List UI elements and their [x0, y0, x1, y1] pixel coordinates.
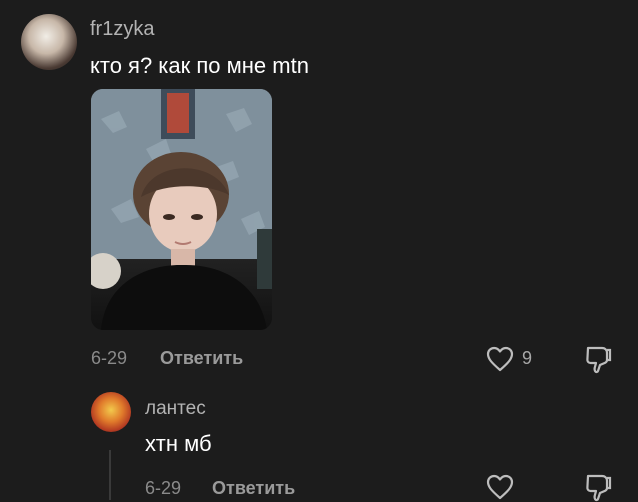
like-count: 9: [522, 348, 533, 368]
heart-icon[interactable]: [486, 474, 514, 500]
reply-date: 6-29: [145, 478, 182, 498]
thumbs-down-icon[interactable]: [584, 472, 614, 502]
comment-date: 6-29: [91, 348, 128, 368]
heart-icon[interactable]: [486, 346, 514, 372]
reply-button[interactable]: Ответить: [160, 348, 243, 369]
avatar[interactable]: [91, 392, 131, 432]
reply-username[interactable]: лантес: [145, 398, 206, 420]
comment-text: кто я? как по мне mtn: [90, 53, 309, 78]
comment-attached-photo[interactable]: [91, 89, 272, 330]
reply-text: хтн мб: [145, 431, 212, 456]
avatar[interactable]: [21, 14, 77, 70]
thumbs-down-icon[interactable]: [584, 344, 614, 374]
reply-button[interactable]: Ответить: [212, 478, 295, 499]
photo-illustration: [91, 89, 272, 330]
thread-line: [109, 450, 111, 500]
comment-username[interactable]: fr1zyka: [90, 18, 154, 41]
